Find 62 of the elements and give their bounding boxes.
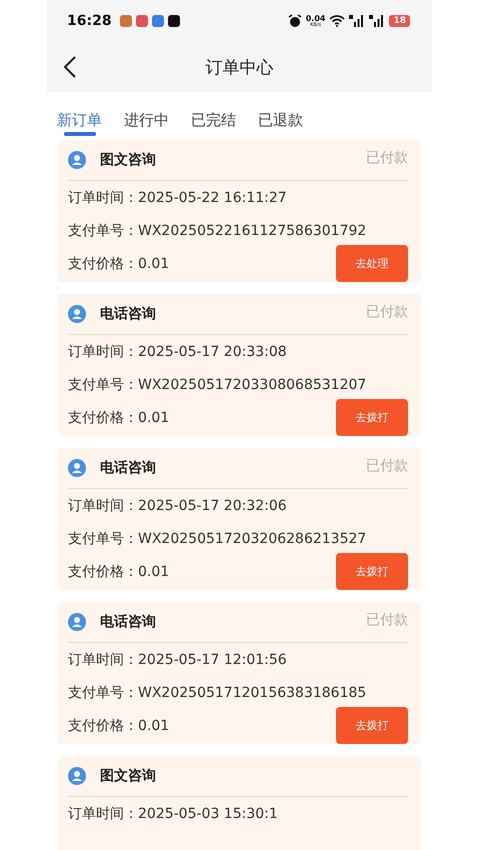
order-time: 2025-05-03 15:30:1 <box>138 806 278 822</box>
order-time: 2025-05-17 20:32:06 <box>138 498 287 514</box>
price-label: 支付价格： <box>68 254 138 272</box>
price: 0.01 <box>138 564 170 580</box>
order-status: 已付款 <box>366 457 408 475</box>
time-label: 订单时间： <box>68 496 138 514</box>
order-type: 图文咨询 <box>100 151 156 169</box>
order-status: 已付款 <box>366 611 408 629</box>
app-icon <box>136 15 148 27</box>
price-label: 支付价格： <box>68 408 138 426</box>
order-time: 2025-05-17 20:33:08 <box>138 344 287 360</box>
alarm-icon <box>288 14 302 28</box>
order-card[interactable]: 电话咨询 已付款 订单时间：2025-05-17 12:01:56 支付单号：WX20250517120156383186185 支付价格：0.01 去拨打 <box>58 602 421 744</box>
order-number-label: 支付单号： <box>68 376 138 394</box>
wifi-icon <box>329 15 346 27</box>
user-icon <box>68 459 86 477</box>
price: 0.01 <box>138 256 170 272</box>
network-speed: 0.04 <box>306 14 326 22</box>
order-type: 电话咨询 <box>100 459 156 477</box>
order-number-label: 支付单号： <box>68 530 138 548</box>
order-time: 2025-05-17 12:01:56 <box>138 652 287 668</box>
back-icon[interactable] <box>63 56 77 78</box>
price: 0.01 <box>138 410 170 426</box>
page-title: 订单中心 <box>206 56 274 78</box>
user-icon <box>68 767 86 785</box>
order-number: WX20250517120156383186185 <box>138 684 366 700</box>
tab[interactable]: 已完结 <box>191 108 236 136</box>
time-label: 订单时间： <box>68 804 138 822</box>
order-number: WX20250522161127586301792 <box>138 222 366 238</box>
signal-icon <box>369 15 386 27</box>
order-number-label: 支付单号： <box>68 222 138 240</box>
tab[interactable]: 新订单 <box>57 108 102 136</box>
order-card[interactable]: 电话咨询 已付款 订单时间：2025-05-17 20:32:06 支付单号：WX20250517203206286213527 支付价格：0.01 去拨打 <box>58 448 421 590</box>
user-icon <box>68 305 86 323</box>
price-label: 支付价格： <box>68 716 138 734</box>
order-type: 图文咨询 <box>100 767 156 785</box>
user-icon <box>68 613 86 631</box>
order-time: 2025-05-22 16:11:27 <box>138 190 287 206</box>
order-status: 已付款 <box>366 303 408 321</box>
price-label: 支付价格： <box>68 562 138 580</box>
order-type: 电话咨询 <box>100 613 156 631</box>
battery-level: 18 <box>389 15 410 27</box>
order-number: WX20250517203206286213527 <box>138 530 366 546</box>
time-label: 订单时间： <box>68 342 138 360</box>
price: 0.01 <box>138 718 170 734</box>
tab[interactable]: 已退款 <box>258 108 303 136</box>
status-time: 16:28 <box>67 13 112 29</box>
app-icon <box>120 15 132 27</box>
order-card[interactable]: 电话咨询 已付款 订单时间：2025-05-17 20:33:08 支付单号：WX20250517203308068531207 支付价格：0.01 去拨打 <box>58 294 421 436</box>
order-card[interactable]: 图文咨询 订单时间：2025-05-03 15:30:1 <box>58 756 421 850</box>
app-icon <box>168 15 180 27</box>
app-icon <box>152 15 164 27</box>
order-number-label: 支付单号： <box>68 684 138 702</box>
tab[interactable]: 进行中 <box>124 108 169 136</box>
signal-icon <box>349 15 366 27</box>
order-status: 已付款 <box>366 149 408 167</box>
time-label: 订单时间： <box>68 650 138 668</box>
user-icon <box>68 151 86 169</box>
order-card[interactable]: 图文咨询 已付款 订单时间：2025-05-22 16:11:27 支付单号：WX20250522161127586301792 支付价格：0.01 去处理 <box>58 140 421 282</box>
order-number: WX20250517203308068531207 <box>138 376 366 392</box>
order-type: 电话咨询 <box>100 305 156 323</box>
time-label: 订单时间： <box>68 188 138 206</box>
